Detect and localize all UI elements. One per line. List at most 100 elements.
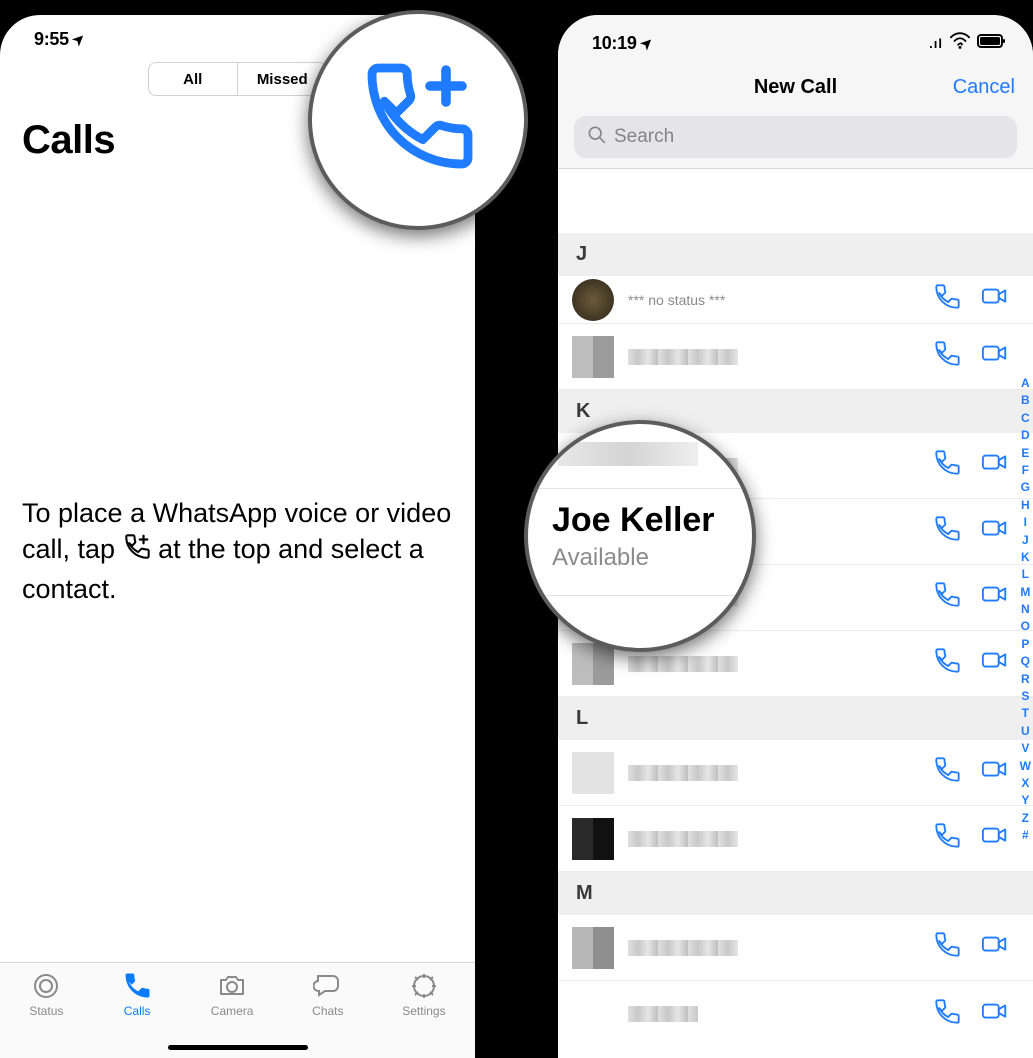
index-letter[interactable]: C (1021, 410, 1030, 427)
contact-name-redacted (628, 349, 738, 365)
index-letter[interactable]: N (1021, 601, 1030, 618)
index-letter[interactable]: U (1021, 723, 1030, 740)
tab-bar: Status Calls Camera Chats Settings (0, 962, 475, 1058)
index-letter[interactable]: Q (1021, 653, 1030, 670)
new-call-icon[interactable] (358, 58, 478, 183)
avatar (572, 752, 614, 794)
avatar (572, 818, 614, 860)
voice-call-icon[interactable] (933, 647, 961, 680)
search-input[interactable]: Search (574, 116, 1017, 158)
tab-status[interactable]: Status (29, 971, 63, 1018)
voice-call-icon[interactable] (933, 931, 961, 964)
tab-calls[interactable]: Calls (122, 971, 152, 1018)
video-call-icon[interactable] (981, 998, 1009, 1031)
index-letter[interactable]: B (1021, 392, 1030, 409)
section-header-l: L (558, 697, 1033, 740)
video-call-icon[interactable] (981, 283, 1009, 316)
battery-icon (977, 29, 1007, 58)
voice-call-icon[interactable] (933, 822, 961, 855)
home-indicator[interactable] (168, 1045, 308, 1050)
index-letter[interactable]: V (1021, 740, 1029, 757)
index-letter[interactable]: T (1022, 705, 1029, 722)
index-letter[interactable]: O (1021, 618, 1030, 635)
index-letter[interactable]: G (1021, 479, 1030, 496)
contact-row[interactable] (558, 915, 1033, 981)
tab-settings[interactable]: Settings (402, 971, 445, 1018)
contact-name-redacted (628, 940, 738, 956)
index-letter[interactable]: M (1020, 584, 1030, 601)
new-call-icon (123, 533, 151, 570)
section-header-j: J (558, 233, 1033, 276)
location-arrow-icon: ➤ (636, 33, 656, 53)
contact-status: *** no status *** (628, 292, 933, 308)
index-letter[interactable]: J (1022, 532, 1029, 549)
video-call-icon[interactable] (981, 449, 1009, 482)
index-letter[interactable]: L (1022, 566, 1029, 583)
index-letter[interactable]: I (1024, 514, 1027, 531)
contact-name-redacted (628, 765, 738, 781)
avatar (572, 336, 614, 378)
contact-name-redacted (558, 442, 698, 466)
voice-call-icon[interactable] (933, 449, 961, 482)
status-time: 9:55 (34, 29, 69, 50)
video-call-icon[interactable] (981, 756, 1009, 789)
tab-label: Settings (402, 1004, 445, 1018)
contact-name-redacted (628, 831, 738, 847)
index-letter[interactable]: Y (1021, 792, 1029, 809)
video-call-icon[interactable] (981, 647, 1009, 680)
modal-header: 10:19 ➤ .ıl New Call Cancel Search (558, 15, 1033, 169)
index-letter[interactable]: S (1021, 688, 1029, 705)
tab-camera[interactable]: Camera (211, 971, 254, 1018)
video-call-icon[interactable] (981, 515, 1009, 548)
contact-row[interactable]: *** no status *** (558, 276, 1033, 324)
index-letter[interactable]: A (1021, 375, 1030, 392)
contact-name[interactable]: Joe Keller (552, 501, 715, 540)
video-call-icon[interactable] (981, 822, 1009, 855)
avatar (572, 927, 614, 969)
voice-call-icon[interactable] (933, 515, 961, 548)
contact-status: Available (552, 544, 649, 572)
index-letter[interactable]: R (1021, 671, 1030, 688)
tab-chats[interactable]: Chats (312, 971, 343, 1018)
index-letter[interactable]: H (1021, 497, 1030, 514)
tab-label: Status (29, 1004, 63, 1018)
cancel-button[interactable]: Cancel (953, 76, 1015, 99)
index-letter[interactable]: X (1021, 775, 1029, 792)
avatar (572, 643, 614, 685)
contact-row[interactable] (558, 806, 1033, 872)
voice-call-icon[interactable] (933, 756, 961, 789)
contact-row[interactable] (558, 981, 1033, 1047)
modal-title: New Call (754, 76, 837, 99)
voice-call-icon[interactable] (933, 581, 961, 614)
index-letter[interactable]: Z (1022, 810, 1029, 827)
index-letter[interactable]: # (1022, 827, 1029, 844)
voice-call-icon[interactable] (933, 283, 961, 316)
index-letter[interactable]: E (1021, 445, 1029, 462)
status-bar: 10:19 ➤ .ıl (558, 15, 1033, 64)
video-call-icon[interactable] (981, 340, 1009, 373)
index-letter[interactable]: W (1020, 758, 1031, 775)
calls-filter-segmented[interactable]: All Missed (148, 62, 328, 96)
search-placeholder: Search (614, 126, 674, 148)
contact-name-redacted (628, 1006, 698, 1022)
wifi-icon (949, 30, 971, 57)
voice-call-icon[interactable] (933, 998, 961, 1031)
voice-call-icon[interactable] (933, 340, 961, 373)
signal-icon: .ıl (929, 36, 943, 51)
callout-contact: Joe Keller Available (524, 420, 756, 652)
video-call-icon[interactable] (981, 581, 1009, 614)
alphabet-index[interactable]: ABCDEFGHIJKLMNOPQRSTUVWXYZ# (1020, 375, 1031, 845)
segment-all[interactable]: All (149, 63, 239, 95)
callout-new-call-icon (308, 10, 528, 230)
tab-label: Camera (211, 1004, 254, 1018)
contact-row[interactable] (558, 740, 1033, 806)
tab-label: Calls (124, 1004, 151, 1018)
index-letter[interactable]: P (1021, 636, 1029, 653)
search-icon (586, 124, 606, 150)
index-letter[interactable]: D (1021, 427, 1030, 444)
index-letter[interactable]: K (1021, 549, 1030, 566)
index-letter[interactable]: F (1022, 462, 1029, 479)
status-time: 10:19 (592, 33, 637, 54)
contact-row[interactable] (558, 324, 1033, 390)
video-call-icon[interactable] (981, 931, 1009, 964)
